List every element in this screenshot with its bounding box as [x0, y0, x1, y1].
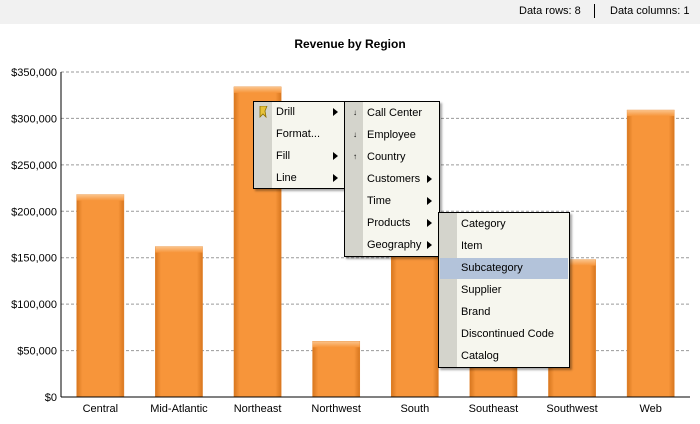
menu-item-fill[interactable]: Fill — [255, 146, 344, 167]
submenu-arrow-icon — [427, 219, 432, 227]
menu-item-label: Item — [461, 240, 483, 252]
submenu-arrow-icon — [427, 241, 432, 249]
menu-item-geography[interactable]: Geography — [346, 235, 438, 256]
menu-item-supplier[interactable]: Supplier — [440, 280, 568, 301]
bar-cap — [76, 194, 124, 201]
menu-item-employee[interactable]: ↓ Employee — [346, 125, 438, 146]
y-tick-label: $100,000 — [11, 299, 57, 311]
menu-item-time[interactable]: Time — [346, 191, 438, 212]
status-bar: Data rows: 8 Data columns: 1 — [0, 0, 700, 24]
x-tick-label: Southeast — [469, 403, 519, 415]
y-tick-label: $350,000 — [11, 67, 57, 79]
data-columns-count: Data columns: 1 — [610, 5, 690, 17]
drill-icon — [259, 106, 268, 118]
menu-item-label: Format... — [276, 128, 321, 140]
y-tick-label: $150,000 — [11, 253, 57, 265]
bar-cap — [627, 110, 675, 117]
drill-down-icon: ↓ — [353, 130, 357, 139]
submenu-arrow-icon — [427, 175, 432, 183]
menu-item-label: Country — [367, 151, 406, 163]
menu-item-catalog[interactable]: Catalog — [440, 346, 568, 367]
y-tick-label: $300,000 — [11, 113, 57, 125]
y-tick-label: $200,000 — [11, 206, 57, 218]
bar-cap — [312, 341, 360, 348]
menu-item-subcategory[interactable]: Subcategory — [440, 258, 568, 279]
y-tick-label: $250,000 — [11, 160, 57, 172]
menu-item-label: Products — [367, 217, 411, 229]
menu-item-label: Customers — [367, 173, 421, 185]
menu-item-label: Discontinued Code — [461, 328, 554, 340]
menu-item-label: Geography — [367, 239, 422, 251]
status-separator — [594, 4, 595, 18]
drill-up-icon: ↑ — [353, 152, 357, 161]
menu-item-line[interactable]: Line — [255, 168, 344, 189]
y-tick-label: $50,000 — [17, 346, 57, 358]
menu-item-call-center[interactable]: ↓ Call Center — [346, 103, 438, 124]
products-submenu: Category Item Subcategory Supplier Brand Disc… — [438, 212, 570, 368]
drill-down-icon: ↓ — [353, 108, 357, 117]
submenu-arrow-icon — [427, 197, 432, 205]
x-tick-label: Web — [639, 403, 661, 415]
bar-south[interactable] — [390, 250, 439, 398]
menu-item-label: Drill — [276, 106, 295, 118]
bar-web[interactable] — [626, 109, 675, 398]
menu-item-label: Line — [276, 172, 297, 184]
menu-item-label: Subcategory — [461, 262, 523, 274]
menu-item-country[interactable]: ↑ Country — [346, 147, 438, 168]
menu-item-label: Brand — [461, 306, 491, 318]
bar-cap — [155, 246, 203, 253]
menu-item-label: Call Center — [367, 107, 423, 119]
x-tick-label: Central — [83, 403, 118, 415]
menu-item-brand[interactable]: Brand — [440, 302, 568, 323]
menu-item-label: Supplier — [461, 284, 502, 296]
menu-item-label: Fill — [276, 150, 291, 162]
submenu-arrow-icon — [333, 108, 338, 116]
menu-item-products[interactable]: Products — [346, 213, 438, 234]
menu-item-label: Employee — [367, 129, 416, 141]
menu-item-customers[interactable]: Customers — [346, 169, 438, 190]
x-tick-label: Southwest — [546, 403, 597, 415]
data-rows-count: Data rows: 8 — [519, 5, 581, 17]
menu-item-label: Time — [367, 195, 392, 207]
x-tick-label: South — [400, 403, 429, 415]
menu-item-label: Catalog — [461, 350, 499, 362]
context-menu: Drill Format... Fill Line — [253, 101, 346, 189]
bar-cap — [233, 86, 282, 93]
bar-mid-atlantic[interactable] — [155, 246, 203, 398]
menu-item-item[interactable]: Item — [440, 236, 568, 257]
x-tick-label: Northwest — [311, 403, 361, 415]
menu-item-drill[interactable]: Drill — [255, 102, 344, 123]
menu-item-category[interactable]: Category — [440, 214, 568, 235]
x-tick-label: Mid-Atlantic — [150, 403, 208, 415]
bar-central[interactable] — [76, 194, 125, 398]
submenu-arrow-icon — [333, 152, 338, 160]
drill-submenu: ↓ Call Center ↓ Employee ↑ Country Customers Ti… — [344, 101, 440, 257]
menu-item-format[interactable]: Format... — [255, 124, 344, 145]
x-tick-label: Northeast — [234, 403, 282, 415]
menu-item-discontinued-code[interactable]: Discontinued Code — [440, 324, 568, 345]
y-tick-label: $0 — [45, 392, 57, 404]
submenu-arrow-icon — [333, 174, 338, 182]
bar-northwest[interactable] — [312, 341, 361, 398]
menu-item-label: Category — [461, 218, 506, 230]
